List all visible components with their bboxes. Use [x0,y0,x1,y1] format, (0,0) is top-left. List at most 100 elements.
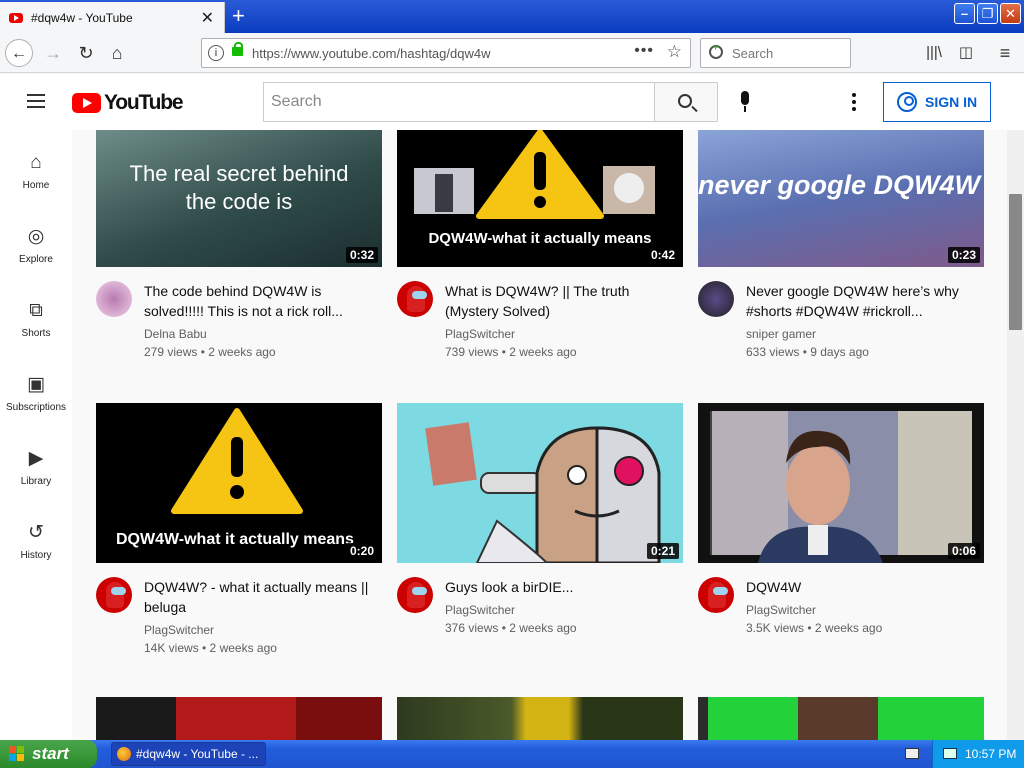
guide-item-home[interactable]: ⌂ Home [0,150,72,191]
url-text[interactable]: https://www.youtube.com/hashtag/dqw4w [252,46,490,61]
video-card[interactable] [96,697,382,740]
bookmark-star-icon[interactable]: ☆ [667,42,682,62]
system-tray: 10:57 PM [932,740,1024,768]
video-card[interactable]: 0:06 DQW4W PlagSwitcher 3.5K views • 2 w… [698,403,984,667]
video-thumbnail[interactable] [96,697,382,740]
reload-icon[interactable]: ↻ [72,39,100,67]
channel-name[interactable]: Delna Babu [144,327,207,341]
browser-search-box[interactable]: Search [700,38,851,68]
duration-badge: 0:23 [947,247,980,263]
channel-avatar[interactable] [698,281,734,317]
settings-more-icon[interactable] [852,93,856,111]
video-title[interactable]: DQW4W [746,577,981,597]
restore-icon[interactable]: ❐ [977,3,998,24]
channel-avatar[interactable] [96,281,132,317]
video-thumbnail[interactable]: DQW4W-what it actually means 0:42 [397,130,683,267]
video-thumbnail[interactable]: never google DQW4W 0:23 [698,130,984,267]
screen: #dqw4w - YouTube ✕ + – ❐ ✕ ← → ↻ ⌂ i htt… [0,0,1024,768]
scrollbar-thumb[interactable] [1009,194,1022,330]
taskbar-window-label: #dqw4w - YouTube - ... [136,747,259,761]
video-title[interactable]: Guys look a birDIE... [445,577,680,597]
video-stats: 739 views • 2 weeks ago [445,345,577,359]
forward-icon[interactable]: → [39,39,67,67]
network-icon[interactable] [943,748,957,759]
search-input[interactable]: Search [263,82,655,122]
thumbnail-caption: DQW4W-what it actually means [116,531,354,548]
guide-item-library[interactable]: ▶ Library [0,446,72,487]
guide-item-subscriptions[interactable]: ▣ Subscriptions [0,372,72,413]
video-card[interactable]: never google DQW4W 0:23 Never google DQW… [698,130,984,371]
duration-badge: 0:20 [345,543,378,559]
video-thumbnail[interactable] [698,697,984,740]
duration-badge: 0:21 [646,543,679,559]
channel-avatar[interactable] [698,577,734,613]
channel-avatar[interactable] [397,577,433,613]
video-card[interactable] [397,697,683,740]
logo-text: YouTube [104,91,184,114]
taskbar-firefox-window[interactable]: #dqw4w - YouTube - ... [111,742,266,766]
compass-icon: ◎ [27,226,45,247]
url-bar[interactable]: i https://www.youtube.com/hashtag/dqw4w … [201,38,691,68]
video-stats: 3.5K views • 2 weeks ago [746,621,883,635]
person-portrait-icon [698,403,984,563]
browser-tab[interactable]: #dqw4w - YouTube ✕ [0,2,225,33]
video-title[interactable]: What is DQW4W? || The truth (Mystery Sol… [445,281,680,321]
guide-item-explore[interactable]: ◎ Explore [0,224,72,265]
video-card[interactable]: The real secret behind the code is 0:32 … [96,130,382,371]
video-thumbnail[interactable]: 0:21 [397,403,683,563]
back-icon[interactable]: ← [5,39,33,67]
video-stats: 279 views • 2 weeks ago [144,345,276,359]
channel-name[interactable]: sniper gamer [746,327,816,341]
hamburger-menu-icon[interactable] [27,94,45,108]
guide-item-shorts[interactable]: ⧉ Shorts [0,298,72,339]
video-card[interactable]: DQW4W-what it actually means 0:20 DQW4W?… [96,403,382,667]
video-thumbnail[interactable] [397,697,683,740]
video-thumbnail[interactable]: DQW4W-what it actually means 0:20 [96,403,382,563]
channel-name[interactable]: PlagSwitcher [144,623,214,637]
new-tab-icon[interactable]: + [232,3,245,29]
thumbnail-caption: never google DQW4W [698,170,981,200]
guide-item-history[interactable]: ↺ History [0,520,72,561]
firefox-icon [117,747,131,761]
channel-name[interactable]: PlagSwitcher [746,603,816,617]
search-engine-icon [709,42,723,59]
sidebar-toggle-icon[interactable]: ◫ [952,39,980,67]
library-toolbar-icon[interactable]: |||\ [920,39,948,67]
channel-avatar[interactable] [397,281,433,317]
home-icon: ⌂ [30,152,42,173]
minimize-icon[interactable]: – [954,3,975,24]
shorts-icon: ⧉ [29,300,43,321]
video-card[interactable]: 0:21 Guys look a birDIE... PlagSwitcher … [397,403,683,667]
youtube-header: YouTube Search SIGN IN [0,74,1024,130]
close-window-icon[interactable]: ✕ [1000,3,1021,24]
channel-name[interactable]: PlagSwitcher [445,603,515,617]
close-tab-icon[interactable]: ✕ [201,8,214,28]
search-button[interactable] [654,82,718,122]
channel-name[interactable]: PlagSwitcher [445,327,515,341]
tab-title: #dqw4w - YouTube [31,10,133,25]
browser-tab-bar: #dqw4w - YouTube ✕ + – ❐ ✕ [0,0,1024,33]
microphone-icon[interactable] [736,91,754,113]
video-card[interactable] [698,697,984,740]
sign-in-button[interactable]: SIGN IN [883,82,991,122]
home-browser-icon[interactable]: ⌂ [103,39,131,67]
browser-toolbar: ← → ↻ ⌂ i https://www.youtube.com/hashta… [0,33,1024,73]
info-icon[interactable]: i [208,45,224,61]
youtube-logo[interactable]: YouTube [72,91,184,115]
menu-icon[interactable]: ≡ [991,39,1019,67]
page-actions-icon[interactable]: ••• [634,42,654,60]
video-title[interactable]: The code behind DQW4W is solved!!!!! Thi… [144,281,379,321]
start-button[interactable]: start [0,740,97,768]
video-thumbnail[interactable]: 0:06 [698,403,984,563]
window-controls: – ❐ ✕ [954,3,1021,24]
channel-avatar[interactable] [96,577,132,613]
video-title[interactable]: DQW4W? - what it actually means || belug… [144,577,379,617]
page-scrollbar[interactable] [1007,130,1024,740]
video-title[interactable]: Never google DQW4W here’s why #shorts #D… [746,281,981,321]
video-stats: 376 views • 2 weeks ago [445,621,577,635]
video-card[interactable]: DQW4W-what it actually means 0:42 What i… [397,130,683,371]
video-thumbnail[interactable]: The real secret behind the code is 0:32 [96,130,382,267]
history-icon: ↺ [28,522,44,543]
start-label: start [32,744,69,763]
keyboard-icon[interactable] [905,748,919,759]
